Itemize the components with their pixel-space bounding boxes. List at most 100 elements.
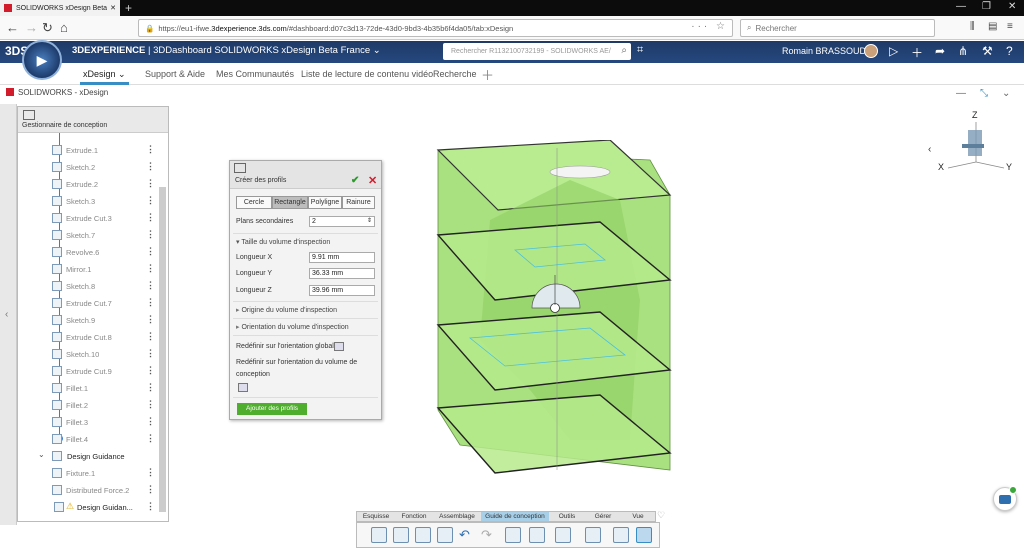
section-volume-orientation[interactable]: Orientation du volume d'inspection — [236, 323, 348, 331]
fixture-icon[interactable] — [393, 527, 409, 543]
kebab-menu-icon[interactable]: ⋮ — [146, 501, 155, 512]
kebab-menu-icon[interactable]: ⋮ — [146, 161, 155, 172]
tree-item[interactable]: Distributed Force.2 ⋮ — [18, 482, 168, 499]
secondary-planes-stepper[interactable]: 2 ⇕ — [309, 216, 375, 227]
tree-item[interactable]: Fixture.1 ⋮ — [18, 465, 168, 482]
minimize-widget-icon[interactable]: — — [956, 88, 966, 99]
home-icon[interactable]: ⌂ — [60, 20, 68, 35]
kebab-menu-icon[interactable]: ⋮ — [146, 297, 155, 308]
create-study-icon[interactable] — [371, 527, 387, 543]
redefine-design-icon[interactable] — [238, 383, 248, 392]
kebab-menu-icon[interactable]: ⋮ — [146, 331, 155, 342]
tree-item[interactable]: Fillet.3 ⋮ — [18, 414, 168, 431]
kebab-menu-icon[interactable]: ⋮ — [146, 229, 155, 240]
user-name[interactable]: Romain BRASSOUD — [782, 46, 866, 56]
sketch-on-plane-icon[interactable] — [505, 527, 521, 543]
redo-icon[interactable]: ↷ — [481, 527, 497, 543]
tab-xdesign[interactable]: xDesign ⌄ — [80, 63, 129, 85]
add-tab-icon[interactable]: ＋ — [481, 65, 494, 84]
cmd-tab-feature[interactable]: Fonction — [395, 512, 433, 521]
tag-icon[interactable]: ⌗ — [637, 44, 643, 57]
section-view-icon[interactable] — [613, 527, 629, 543]
tree-item[interactable]: Extrude.1 ⋮ — [18, 142, 168, 159]
tree-item[interactable]: Extrude Cut.3 ⋮ — [18, 210, 168, 227]
part-model[interactable] — [420, 140, 680, 490]
cmd-tab-tools[interactable]: Outils — [549, 512, 585, 521]
search-icon[interactable]: ⌕ — [621, 45, 627, 56]
kebab-menu-icon[interactable]: ⋮ — [146, 195, 155, 206]
display-style-icon[interactable] — [585, 527, 601, 543]
tree-item[interactable]: Fillet.1 ⋮ — [18, 380, 168, 397]
sidebar-icon[interactable]: ▤ — [988, 21, 997, 32]
kebab-menu-icon[interactable]: ⋮ — [146, 433, 155, 444]
kebab-menu-icon[interactable]: ⋮ — [146, 382, 155, 393]
cmd-tab-assembly[interactable]: Assemblage — [433, 512, 481, 521]
close-tab-icon[interactable]: ✕ — [110, 4, 116, 12]
pattern-icon[interactable] — [529, 527, 545, 543]
chevron-left-icon[interactable]: ‹ — [928, 144, 931, 155]
kebab-menu-icon[interactable]: ⋮ — [146, 314, 155, 325]
share-arrow-icon[interactable]: ▷ — [889, 44, 898, 58]
network-icon[interactable]: ⋔ — [958, 44, 968, 58]
mode-circle-button[interactable]: Cercle — [236, 196, 272, 209]
tab-support[interactable]: Support & Aide — [145, 69, 205, 79]
tree-item[interactable]: ⚠ Design Guidan... ⋮ — [18, 499, 168, 516]
tools-icon[interactable]: ⚒ — [982, 44, 993, 58]
kebab-menu-icon[interactable]: ⋮ — [146, 246, 155, 257]
measure-icon[interactable] — [555, 527, 571, 543]
cmd-tab-manage[interactable]: Gérer — [585, 512, 621, 521]
tree-item[interactable]: Sketch.8 ⋮ — [18, 278, 168, 295]
tree-item[interactable]: Sketch.9 ⋮ — [18, 312, 168, 329]
add-profiles-button[interactable]: Ajouter des profils — [237, 403, 307, 415]
length-x-input[interactable]: 9.91 mm — [309, 252, 375, 263]
tree-item[interactable]: Fillet.2 ⋮ — [18, 397, 168, 414]
kebab-menu-icon[interactable]: ⋮ — [146, 365, 155, 376]
kebab-menu-icon[interactable]: ⋮ — [146, 212, 155, 223]
length-z-input[interactable]: 39.96 mm — [309, 285, 375, 296]
cmd-tab-view[interactable]: Vue — [621, 512, 655, 521]
url-bar[interactable]: 🔒 https://eu1-ifwe. 3dexperience.3ds.com /… — [138, 19, 733, 37]
tree-scrollbar[interactable] — [159, 187, 166, 512]
minimize-icon[interactable]: — — [956, 1, 966, 12]
section-volume-size[interactable]: Taille du volume d'inspection — [236, 238, 330, 246]
redefine-global-icon[interactable] — [334, 342, 344, 351]
widget-menu-icon[interactable]: ⌄ — [1002, 88, 1010, 99]
view-cube[interactable]: Z X Y — [936, 108, 1016, 178]
tree-item[interactable]: Revolve.6 ⋮ — [18, 244, 168, 261]
kebab-menu-icon[interactable]: ⋮ — [146, 178, 155, 189]
mode-slot-button[interactable]: Rainure — [342, 196, 375, 209]
tab-video-playlist[interactable]: Liste de lecture de contenu vidéo — [301, 69, 433, 79]
back-icon[interactable]: ← — [6, 20, 19, 35]
confirm-icon[interactable]: ✔ — [351, 175, 359, 186]
forward-icon[interactable]: → — [25, 20, 38, 35]
menu-icon[interactable]: ≡ — [1007, 21, 1013, 32]
tree-item[interactable]: Sketch.2 ⋮ — [18, 159, 168, 176]
cmd-tab-sketch[interactable]: Esquisse — [357, 512, 395, 521]
length-y-input[interactable]: 36.33 mm — [309, 268, 375, 279]
favorite-toolbar-icon[interactable]: ♡ — [657, 510, 665, 521]
tab-search[interactable]: Recherche — [433, 69, 477, 79]
avatar[interactable] — [864, 44, 878, 58]
tree-item[interactable]: Fillet.4 ⋮ — [18, 431, 168, 448]
kebab-menu-icon[interactable]: ⋮ — [146, 416, 155, 427]
kebab-menu-icon[interactable]: ⋮ — [146, 263, 155, 274]
cancel-icon[interactable]: ✕ — [368, 174, 377, 187]
tree-item[interactable]: Sketch.3 ⋮ — [18, 193, 168, 210]
add-icon[interactable]: ＋ — [911, 44, 923, 61]
restore-icon[interactable]: ❐ — [982, 1, 991, 12]
new-tab-icon[interactable]: + — [125, 1, 132, 15]
kebab-menu-icon[interactable]: ⋮ — [146, 348, 155, 359]
collapse-icon[interactable]: ⤡ — [980, 88, 988, 99]
mode-rectangle-button[interactable]: Rectangle — [272, 196, 308, 209]
browser-tab[interactable]: SOLIDWORKS xDesign Beta Fra ✕ — [0, 0, 120, 16]
compass-icon[interactable]: ▶ — [22, 40, 62, 80]
left-panel-toggle[interactable]: ‹ — [0, 104, 17, 525]
close-window-icon[interactable]: ✕ — [1008, 1, 1016, 12]
browser-search-input[interactable]: ⌕ Rechercher — [740, 19, 935, 37]
tree-item[interactable]: Extrude Cut.8 ⋮ — [18, 329, 168, 346]
tree-item[interactable]: Sketch.7 ⋮ — [18, 227, 168, 244]
reload-icon[interactable]: ↻ — [42, 20, 53, 36]
mode-polyline-button[interactable]: Polyligne — [308, 196, 342, 209]
page-actions-icon[interactable]: ··· ☆ — [691, 21, 728, 32]
tree-item[interactable]: Sketch.10 ⋮ — [18, 346, 168, 363]
